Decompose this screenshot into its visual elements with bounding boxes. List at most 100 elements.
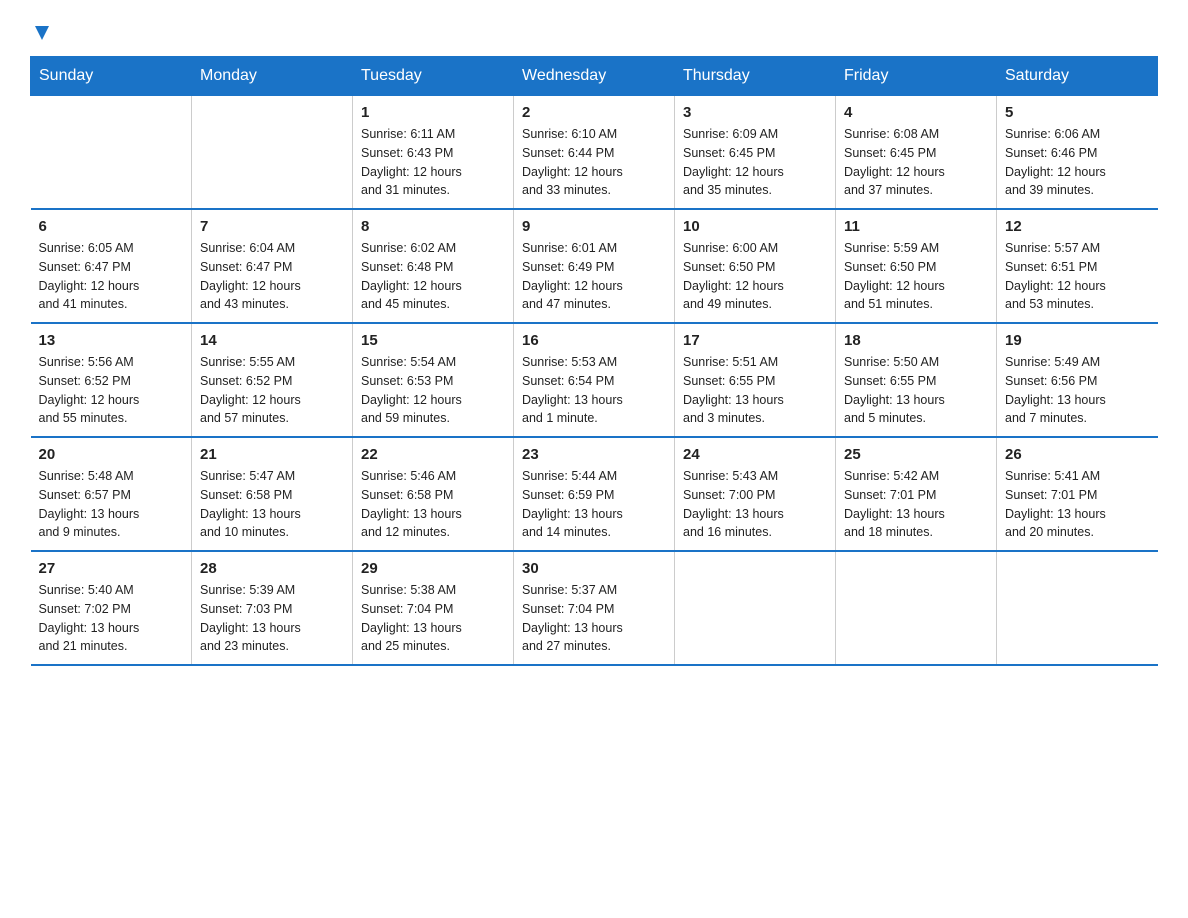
day-info: Sunrise: 5:59 AM Sunset: 6:50 PM Dayligh… bbox=[844, 239, 988, 314]
day-number: 1 bbox=[361, 104, 505, 121]
calendar-cell: 2 Sunrise: 6:10 AM Sunset: 6:44 PM Daylig… bbox=[514, 96, 675, 210]
day-info: Sunrise: 6:10 AM Sunset: 6:44 PM Dayligh… bbox=[522, 125, 666, 200]
logo-arrow-icon bbox=[31, 22, 53, 44]
calendar-cell: 30 Sunrise: 5:37 AM Sunset: 7:04 PM Dayli… bbox=[514, 551, 675, 665]
calendar-cell: 7 Sunrise: 6:04 AM Sunset: 6:47 PM Daylig… bbox=[192, 209, 353, 323]
day-number: 22 bbox=[361, 446, 505, 463]
day-info: Sunrise: 5:46 AM Sunset: 6:58 PM Dayligh… bbox=[361, 467, 505, 542]
day-number: 30 bbox=[522, 560, 666, 577]
day-number: 3 bbox=[683, 104, 827, 121]
calendar-cell: 24Sunrise: 5:43 AM Sunset: 7:00 PM Dayli… bbox=[675, 437, 836, 551]
day-info: Sunrise: 5:53 AM Sunset: 6:54 PM Dayligh… bbox=[522, 353, 666, 428]
calendar-cell: 8 Sunrise: 6:02 AM Sunset: 6:48 PM Daylig… bbox=[353, 209, 514, 323]
day-info: Sunrise: 5:56 AM Sunset: 6:52 PM Dayligh… bbox=[39, 353, 184, 428]
days-header-row: SundayMondayTuesdayWednesdayThursdayFrid… bbox=[31, 57, 1158, 96]
day-number: 18 bbox=[844, 332, 988, 349]
calendar-cell: 3 Sunrise: 6:09 AM Sunset: 6:45 PM Daylig… bbox=[675, 96, 836, 210]
day-info: Sunrise: 6:08 AM Sunset: 6:45 PM Dayligh… bbox=[844, 125, 988, 200]
calendar-cell: 20 Sunrise: 5:48 AM Sunset: 6:57 PM Dayli… bbox=[31, 437, 192, 551]
day-info: Sunrise: 6:01 AM Sunset: 6:49 PM Dayligh… bbox=[522, 239, 666, 314]
page-header bbox=[30, 20, 1158, 46]
calendar-cell: 19 Sunrise: 5:49 AM Sunset: 6:56 PM Dayli… bbox=[997, 323, 1158, 437]
day-number: 13 bbox=[39, 332, 184, 349]
calendar-cell: 16Sunrise: 5:53 AM Sunset: 6:54 PM Dayli… bbox=[514, 323, 675, 437]
day-info: Sunrise: 5:41 AM Sunset: 7:01 PM Dayligh… bbox=[1005, 467, 1150, 542]
day-info: Sunrise: 5:42 AM Sunset: 7:01 PM Dayligh… bbox=[844, 467, 988, 542]
day-number: 10 bbox=[683, 218, 827, 235]
calendar-cell: 28 Sunrise: 5:39 AM Sunset: 7:03 PM Dayli… bbox=[192, 551, 353, 665]
day-info: Sunrise: 6:11 AM Sunset: 6:43 PM Dayligh… bbox=[361, 125, 505, 200]
calendar-cell: 14 Sunrise: 5:55 AM Sunset: 6:52 PM Dayli… bbox=[192, 323, 353, 437]
calendar-cell: 6 Sunrise: 6:05 AM Sunset: 6:47 PM Daylig… bbox=[31, 209, 192, 323]
calendar-cell bbox=[675, 551, 836, 665]
calendar-cell: 17 Sunrise: 5:51 AM Sunset: 6:55 PM Dayli… bbox=[675, 323, 836, 437]
calendar-week-row: 13 Sunrise: 5:56 AM Sunset: 6:52 PM Dayli… bbox=[31, 323, 1158, 437]
day-of-week-header: Sunday bbox=[31, 57, 192, 96]
day-of-week-header: Monday bbox=[192, 57, 353, 96]
day-info: Sunrise: 6:02 AM Sunset: 6:48 PM Dayligh… bbox=[361, 239, 505, 314]
day-of-week-header: Friday bbox=[836, 57, 997, 96]
day-info: Sunrise: 5:37 AM Sunset: 7:04 PM Dayligh… bbox=[522, 581, 666, 656]
day-number: 4 bbox=[844, 104, 988, 121]
day-number: 19 bbox=[1005, 332, 1150, 349]
calendar-cell bbox=[31, 96, 192, 210]
day-number: 8 bbox=[361, 218, 505, 235]
day-info: Sunrise: 5:44 AM Sunset: 6:59 PM Dayligh… bbox=[522, 467, 666, 542]
calendar-cell: 5 Sunrise: 6:06 AM Sunset: 6:46 PM Daylig… bbox=[997, 96, 1158, 210]
day-info: Sunrise: 5:51 AM Sunset: 6:55 PM Dayligh… bbox=[683, 353, 827, 428]
day-number: 27 bbox=[39, 560, 184, 577]
day-of-week-header: Thursday bbox=[675, 57, 836, 96]
day-info: Sunrise: 5:47 AM Sunset: 6:58 PM Dayligh… bbox=[200, 467, 344, 542]
day-number: 17 bbox=[683, 332, 827, 349]
calendar-cell: 29 Sunrise: 5:38 AM Sunset: 7:04 PM Dayli… bbox=[353, 551, 514, 665]
calendar-cell bbox=[192, 96, 353, 210]
day-info: Sunrise: 5:38 AM Sunset: 7:04 PM Dayligh… bbox=[361, 581, 505, 656]
day-number: 11 bbox=[844, 218, 988, 235]
day-number: 29 bbox=[361, 560, 505, 577]
day-info: Sunrise: 5:57 AM Sunset: 6:51 PM Dayligh… bbox=[1005, 239, 1150, 314]
day-info: Sunrise: 6:06 AM Sunset: 6:46 PM Dayligh… bbox=[1005, 125, 1150, 200]
day-number: 6 bbox=[39, 218, 184, 235]
day-of-week-header: Wednesday bbox=[514, 57, 675, 96]
calendar-week-row: 1 Sunrise: 6:11 AM Sunset: 6:43 PM Daylig… bbox=[31, 96, 1158, 210]
calendar-cell: 9Sunrise: 6:01 AM Sunset: 6:49 PM Daylig… bbox=[514, 209, 675, 323]
day-number: 20 bbox=[39, 446, 184, 463]
calendar-cell: 21 Sunrise: 5:47 AM Sunset: 6:58 PM Dayli… bbox=[192, 437, 353, 551]
calendar-cell: 12 Sunrise: 5:57 AM Sunset: 6:51 PM Dayli… bbox=[997, 209, 1158, 323]
day-info: Sunrise: 5:55 AM Sunset: 6:52 PM Dayligh… bbox=[200, 353, 344, 428]
day-number: 25 bbox=[844, 446, 988, 463]
calendar-cell: 18 Sunrise: 5:50 AM Sunset: 6:55 PM Dayli… bbox=[836, 323, 997, 437]
calendar-cell: 11 Sunrise: 5:59 AM Sunset: 6:50 PM Dayli… bbox=[836, 209, 997, 323]
calendar-cell: 23 Sunrise: 5:44 AM Sunset: 6:59 PM Dayli… bbox=[514, 437, 675, 551]
calendar-cell bbox=[997, 551, 1158, 665]
day-number: 7 bbox=[200, 218, 344, 235]
day-info: Sunrise: 5:50 AM Sunset: 6:55 PM Dayligh… bbox=[844, 353, 988, 428]
day-info: Sunrise: 6:00 AM Sunset: 6:50 PM Dayligh… bbox=[683, 239, 827, 314]
day-info: Sunrise: 6:05 AM Sunset: 6:47 PM Dayligh… bbox=[39, 239, 184, 314]
day-number: 21 bbox=[200, 446, 344, 463]
day-number: 2 bbox=[522, 104, 666, 121]
day-number: 12 bbox=[1005, 218, 1150, 235]
day-info: Sunrise: 5:40 AM Sunset: 7:02 PM Dayligh… bbox=[39, 581, 184, 656]
calendar-week-row: 6 Sunrise: 6:05 AM Sunset: 6:47 PM Daylig… bbox=[31, 209, 1158, 323]
day-info: Sunrise: 6:04 AM Sunset: 6:47 PM Dayligh… bbox=[200, 239, 344, 314]
day-number: 23 bbox=[522, 446, 666, 463]
calendar-week-row: 27 Sunrise: 5:40 AM Sunset: 7:02 PM Dayli… bbox=[31, 551, 1158, 665]
day-info: Sunrise: 5:48 AM Sunset: 6:57 PM Dayligh… bbox=[39, 467, 184, 542]
day-info: Sunrise: 5:39 AM Sunset: 7:03 PM Dayligh… bbox=[200, 581, 344, 656]
day-number: 14 bbox=[200, 332, 344, 349]
calendar-cell: 10 Sunrise: 6:00 AM Sunset: 6:50 PM Dayli… bbox=[675, 209, 836, 323]
day-info: Sunrise: 5:49 AM Sunset: 6:56 PM Dayligh… bbox=[1005, 353, 1150, 428]
calendar-cell: 1 Sunrise: 6:11 AM Sunset: 6:43 PM Daylig… bbox=[353, 96, 514, 210]
calendar-cell: 27 Sunrise: 5:40 AM Sunset: 7:02 PM Dayli… bbox=[31, 551, 192, 665]
day-info: Sunrise: 5:54 AM Sunset: 6:53 PM Dayligh… bbox=[361, 353, 505, 428]
day-number: 28 bbox=[200, 560, 344, 577]
day-number: 15 bbox=[361, 332, 505, 349]
day-of-week-header: Tuesday bbox=[353, 57, 514, 96]
day-number: 5 bbox=[1005, 104, 1150, 121]
calendar-cell: 22 Sunrise: 5:46 AM Sunset: 6:58 PM Dayli… bbox=[353, 437, 514, 551]
day-number: 26 bbox=[1005, 446, 1150, 463]
calendar-cell: 4 Sunrise: 6:08 AM Sunset: 6:45 PM Daylig… bbox=[836, 96, 997, 210]
calendar-week-row: 20 Sunrise: 5:48 AM Sunset: 6:57 PM Dayli… bbox=[31, 437, 1158, 551]
day-info: Sunrise: 6:09 AM Sunset: 6:45 PM Dayligh… bbox=[683, 125, 827, 200]
